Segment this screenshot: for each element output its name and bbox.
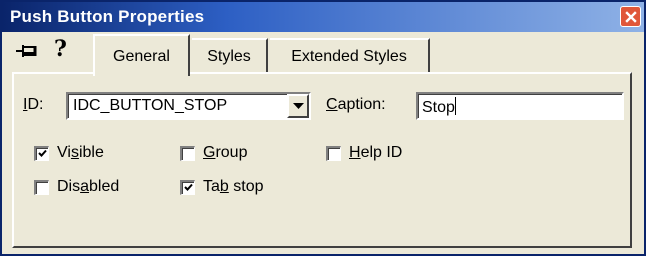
disabled-checkbox[interactable]: Disabled xyxy=(34,178,119,196)
tab-stop-checkbox[interactable]: Tab stop xyxy=(180,178,264,196)
id-combobox[interactable]: IDC_BUTTON_STOP xyxy=(66,92,311,120)
general-tab-panel: ID: IDC_BUTTON_STOP Caption: Stop Visibl… xyxy=(12,72,632,248)
disabled-checkbox-label: Disabled xyxy=(57,178,120,195)
close-button[interactable] xyxy=(620,6,641,27)
visible-checkbox[interactable]: Visible xyxy=(34,144,104,162)
checkmark-icon xyxy=(183,183,193,191)
tab-general[interactable]: General xyxy=(93,34,190,76)
visible-checkbox-box[interactable] xyxy=(34,145,49,161)
caption-input[interactable]: Stop xyxy=(416,92,624,120)
help-question-icon[interactable]: ? xyxy=(54,36,67,62)
checkmark-icon xyxy=(37,149,47,157)
id-combobox-value: IDC_BUTTON_STOP xyxy=(73,97,228,114)
visible-checkbox-label: Visible xyxy=(57,144,104,161)
group-checkbox[interactable]: Group xyxy=(180,144,247,162)
tab-styles-label: Styles xyxy=(207,48,251,65)
help-id-checkbox-label: Help ID xyxy=(349,144,403,161)
pushpin-icon[interactable] xyxy=(15,41,41,61)
group-checkbox-box[interactable] xyxy=(180,145,195,161)
caption-label: Caption: xyxy=(326,96,386,113)
tab-strip: ? General Styles Extended Styles xyxy=(2,32,644,76)
id-label: ID: xyxy=(23,96,44,113)
disabled-checkbox-box[interactable] xyxy=(34,179,49,195)
tab-general-label: General xyxy=(113,48,170,65)
tab-stop-checkbox-label: Tab stop xyxy=(203,178,264,195)
properties-dialog: Push Button Properties ? General Styles … xyxy=(0,0,646,256)
help-id-checkbox-box[interactable] xyxy=(326,145,341,161)
id-dropdown-button[interactable] xyxy=(287,94,309,118)
close-icon xyxy=(624,10,637,23)
group-checkbox-label: Group xyxy=(203,144,248,161)
tab-extended-styles[interactable]: Extended Styles xyxy=(270,38,430,72)
window-title: Push Button Properties xyxy=(10,7,205,26)
tab-styles[interactable]: Styles xyxy=(192,38,268,72)
dropdown-arrow-icon xyxy=(292,102,304,109)
help-id-checkbox[interactable]: Help ID xyxy=(326,144,402,162)
title-bar[interactable]: Push Button Properties xyxy=(2,2,644,32)
caption-input-value: Stop xyxy=(422,97,456,116)
tab-stop-checkbox-box[interactable] xyxy=(180,179,195,195)
tab-extended-styles-label: Extended Styles xyxy=(291,48,407,65)
